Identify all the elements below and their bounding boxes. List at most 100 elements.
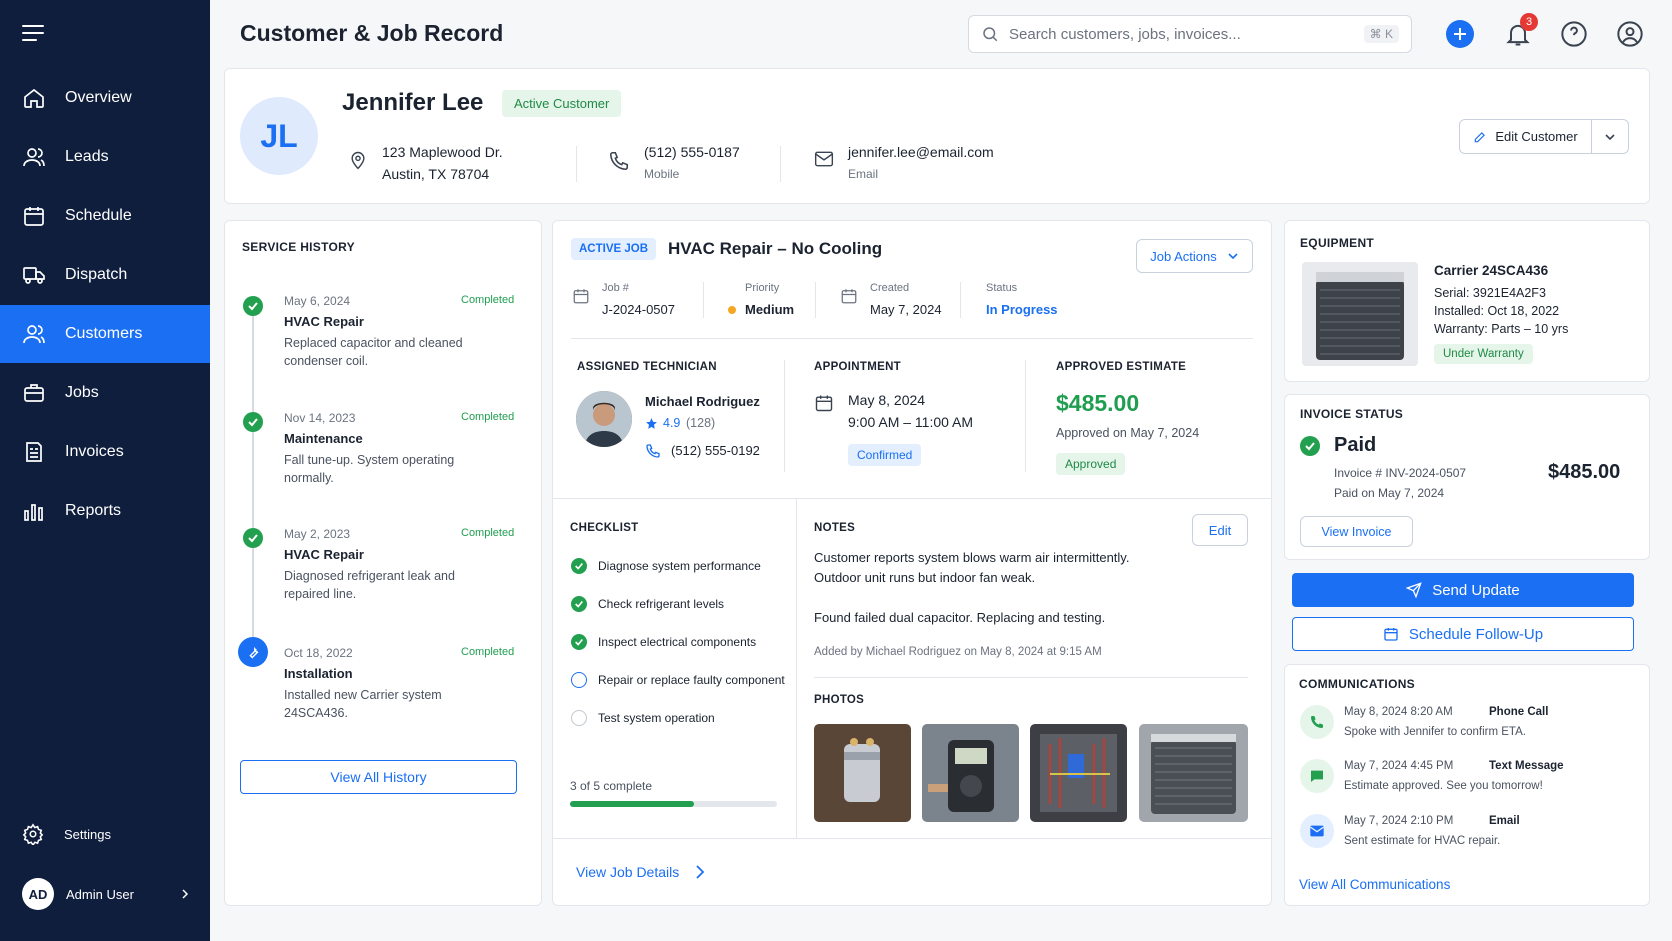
sidebar-item-overview[interactable]: Overview <box>0 69 210 127</box>
sidebar-item-label: Jobs <box>65 384 99 401</box>
sidebar-item-jobs[interactable]: Jobs <box>0 364 210 422</box>
technician-phone[interactable]: (512) 555-0192 <box>671 443 760 458</box>
job-photo-condenser[interactable] <box>1139 724 1248 822</box>
send-update-button[interactable]: Send Update <box>1292 573 1634 607</box>
edit-customer-dropdown[interactable] <box>1591 119 1629 154</box>
sidebar-item-schedule[interactable]: Schedule <box>0 187 210 245</box>
edit-customer-button[interactable]: Edit Customer <box>1459 119 1592 154</box>
history-desc: Installed new Carrier system <box>284 688 442 702</box>
chevron-right-icon <box>182 889 189 899</box>
schedule-followup-button[interactable]: Schedule Follow-Up <box>1292 617 1634 651</box>
divider <box>796 498 797 838</box>
estimate-approved-date: Approved on May 7, 2024 <box>1056 426 1200 440</box>
plus-icon <box>1454 28 1466 40</box>
history-title[interactable]: Installation <box>284 666 353 681</box>
sidebar-item-invoices[interactable]: Invoices <box>0 423 210 481</box>
checklist-item[interactable]: Inspect electrical components <box>598 635 756 649</box>
bar-chart-icon <box>24 504 43 521</box>
installed-label: Installed: <box>1434 304 1485 318</box>
pencil-icon <box>1475 131 1486 142</box>
history-title[interactable]: HVAC Repair <box>284 547 364 562</box>
calendar-icon <box>24 207 44 226</box>
send-update-label: Send Update <box>1432 581 1520 599</box>
checklist-item[interactable]: Repair or replace faulty component <box>598 673 785 687</box>
technician-name[interactable]: Michael Rodriguez <box>645 394 760 409</box>
estimate-status-badge: Approved <box>1056 453 1126 475</box>
search-input[interactable]: Search customers, jobs, invoices... ⌘ K <box>968 15 1412 53</box>
job-photo-capacitor[interactable] <box>814 724 911 822</box>
view-job-details-link[interactable]: View Job Details <box>576 864 705 880</box>
view-all-history-button[interactable]: View All History <box>240 760 517 794</box>
address-line2: Austin, TX 78704 <box>382 166 490 182</box>
home-icon <box>24 88 44 108</box>
account-icon[interactable] <box>1616 20 1644 48</box>
checked-icon <box>571 596 587 612</box>
checked-icon <box>571 634 587 650</box>
history-desc: normally. <box>284 471 334 485</box>
invoice-amount: $485.00 <box>1548 461 1621 483</box>
note-line: Outdoor unit runs but indoor fan weak. <box>814 570 1036 585</box>
checklist-title: CHECKLIST <box>570 522 639 534</box>
sidebar-item-leads[interactable]: Leads <box>0 128 210 186</box>
appointment-section-title: APPOINTMENT <box>814 361 901 373</box>
job-title: HVAC Repair – No Cooling <box>668 239 883 258</box>
view-invoice-button[interactable]: View Invoice <box>1300 516 1413 547</box>
sidebar: Overview Leads Schedule Dispatch Custome… <box>0 0 210 941</box>
comm-type: Text Message <box>1489 760 1564 772</box>
checklist-item[interactable]: Test system operation <box>598 711 715 725</box>
note-line: Found failed dual capacitor. Replacing a… <box>814 610 1106 625</box>
history-status: Completed <box>461 411 515 423</box>
timeline-line <box>252 306 254 651</box>
history-title[interactable]: HVAC Repair <box>284 314 364 329</box>
history-status: Completed <box>461 294 515 306</box>
warranty-label: Warranty: <box>1434 322 1488 336</box>
checklist-item[interactable]: Diagnose system performance <box>598 559 761 573</box>
checklist-item[interactable]: Check refrigerant levels <box>598 597 724 611</box>
menu-icon[interactable] <box>22 24 44 42</box>
user-menu[interactable]: AD Admin User <box>22 878 190 910</box>
users-icon <box>23 148 45 167</box>
chevron-down-icon <box>1228 253 1238 260</box>
phone-call-icon <box>1300 705 1334 739</box>
sidebar-item-dispatch[interactable]: Dispatch <box>0 246 210 304</box>
completed-check-icon <box>243 296 263 316</box>
notes-edit-button[interactable]: Edit <box>1192 514 1248 546</box>
job-photo-multimeter[interactable] <box>922 724 1019 822</box>
serial-value: 3921E4A2F3 <box>1472 286 1546 300</box>
map-pin-icon <box>351 151 365 170</box>
unchecked-icon[interactable] <box>571 672 587 688</box>
comm-type: Email <box>1489 815 1520 827</box>
history-title[interactable]: Maintenance <box>284 431 363 446</box>
invoice-paid-date: Paid on May 7, 2024 <box>1334 486 1445 500</box>
customer-phone[interactable]: (512) 555-0187 <box>644 144 740 160</box>
calendar-icon <box>841 289 857 304</box>
technician-avatar <box>576 391 632 447</box>
sidebar-item-customers[interactable]: Customers <box>0 305 210 363</box>
customer-email[interactable]: jennifer.lee@email.com <box>848 144 994 160</box>
job-photo-wiring[interactable] <box>1030 724 1127 822</box>
service-history-title: SERVICE HISTORY <box>242 240 355 254</box>
job-number: J-2024-0507 <box>602 302 675 317</box>
settings-link[interactable]: Settings <box>22 823 111 845</box>
sidebar-item-label: Schedule <box>65 207 132 224</box>
warranty-status-badge: Under Warranty <box>1434 344 1533 364</box>
job-actions-button[interactable]: Job Actions <box>1136 239 1253 273</box>
invoice-icon <box>26 442 42 462</box>
unchecked-icon[interactable] <box>571 710 587 726</box>
completed-check-icon <box>243 528 263 548</box>
comm-datetime: May 7, 2024 4:45 PM <box>1344 760 1454 772</box>
estimate-amount: $485.00 <box>1056 390 1140 416</box>
status-value: In Progress <box>986 302 1058 317</box>
address-line1: 123 Maplewood Dr. <box>382 144 503 160</box>
notification-badge: 3 <box>1520 13 1538 31</box>
technician-reviews: (128) <box>686 416 716 430</box>
priority-value: Medium <box>745 302 795 317</box>
view-all-communications-link[interactable]: View All Communications <box>1299 877 1450 892</box>
page-title: Customer & Job Record <box>240 20 504 46</box>
help-icon[interactable] <box>1560 20 1588 48</box>
add-button[interactable] <box>1446 20 1474 48</box>
sidebar-item-label: Invoices <box>65 443 124 460</box>
divider <box>784 360 785 472</box>
divider <box>703 282 704 318</box>
sidebar-item-reports[interactable]: Reports <box>0 482 210 540</box>
